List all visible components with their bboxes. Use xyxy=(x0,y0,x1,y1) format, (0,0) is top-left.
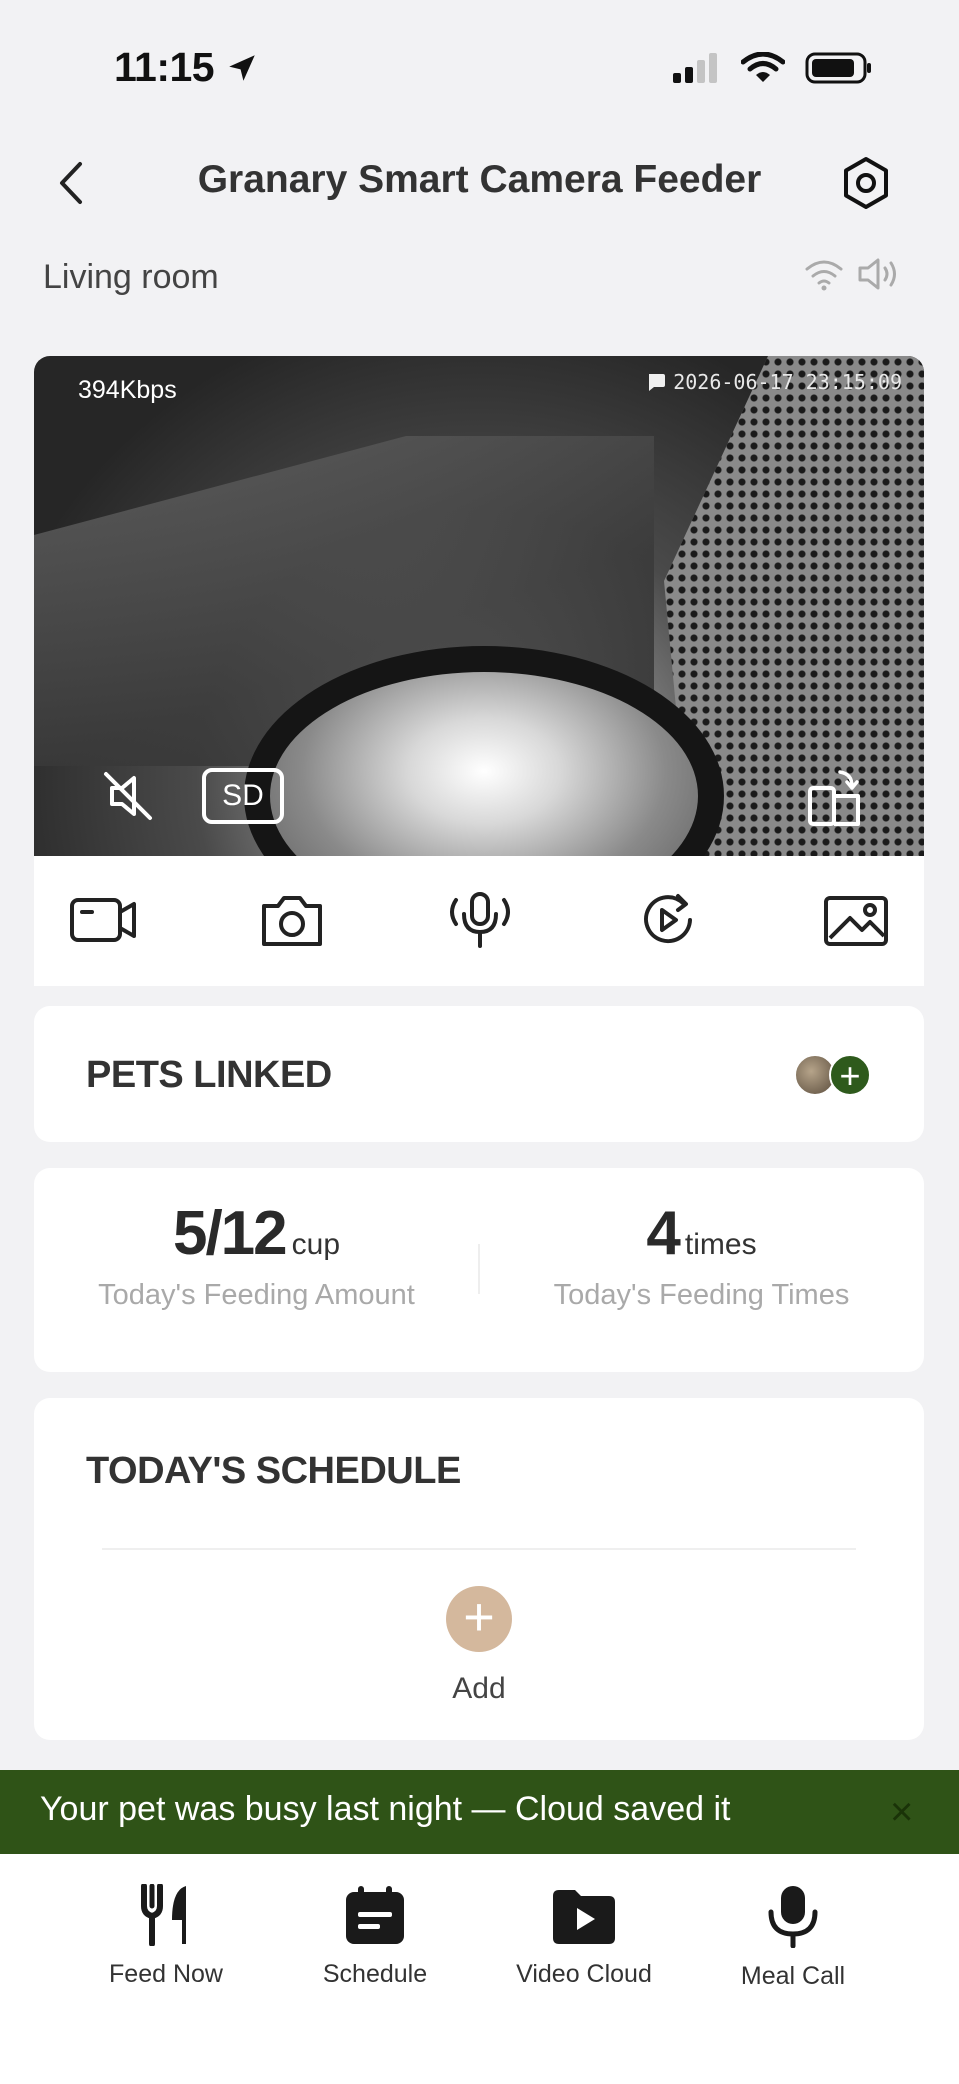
bitrate-label: 394Kbps xyxy=(78,376,177,404)
sd-quality-button[interactable]: SD xyxy=(202,768,284,824)
status-time: 11:15 xyxy=(114,44,259,91)
todays-schedule-card: TODAY'S SCHEDULE + Add xyxy=(34,1398,924,1740)
feeding-times-value: 4 xyxy=(646,1199,681,1268)
add-schedule-button[interactable]: + xyxy=(446,1586,512,1652)
camera-live-feed[interactable]: 394Kbps 2026-06-17 23:15:09 SD xyxy=(34,356,924,856)
status-icons xyxy=(671,52,873,84)
page-title: Granary Smart Camera Feeder xyxy=(197,158,762,201)
banner-text[interactable]: Your pet was busy last night — Cloud sav… xyxy=(40,1790,730,1829)
add-schedule-label[interactable]: Add xyxy=(34,1672,924,1706)
settings-gear-icon[interactable] xyxy=(840,156,892,210)
video-timestamp: 2026-06-17 23:15:09 xyxy=(645,370,902,394)
camera-toolbar xyxy=(34,856,924,986)
speaker-icon[interactable] xyxy=(856,256,902,292)
feeding-amount-stat: 5/12 cup Today's Feeding Amount xyxy=(34,1198,479,1312)
recording-bubble-icon xyxy=(649,374,666,391)
feeding-stats-card: 5/12 cup Today's Feeding Amount 4 times To… xyxy=(34,1168,924,1372)
cellular-signal-icon xyxy=(673,53,717,83)
nav-meal-call[interactable]: Meal Call xyxy=(693,1884,893,1991)
pets-linked-title: PETS LINKED xyxy=(86,1054,332,1096)
feeding-times-unit: times xyxy=(684,1228,757,1261)
add-pet-button[interactable]: + xyxy=(829,1054,871,1096)
banner-close-icon[interactable]: × xyxy=(890,1792,922,1832)
bottom-nav: Feed Now Schedule Video Cloud Meal Call xyxy=(0,1854,959,2084)
nav-meal-call-label: Meal Call xyxy=(740,1962,846,1990)
nav-video-cloud[interactable]: Video Cloud xyxy=(484,1884,684,1989)
video-folder-icon xyxy=(553,1890,615,1944)
feeding-times-label: Today's Feeding Times xyxy=(553,1279,850,1311)
status-time-text: 11:15 xyxy=(114,44,215,90)
feeding-amount-label: Today's Feeding Amount xyxy=(98,1279,415,1311)
timestamp-text: 2026-06-17 23:15:09 xyxy=(673,370,902,394)
feeding-amount-unit: cup xyxy=(291,1228,341,1261)
room-label: Living room xyxy=(43,258,219,296)
feeding-times-stat: 4 times Today's Feeding Times xyxy=(479,1198,924,1312)
calendar-icon xyxy=(346,1886,404,1944)
connection-status xyxy=(804,256,902,292)
wifi-status-icon xyxy=(805,260,843,291)
intercom-icon[interactable] xyxy=(444,890,516,950)
location-arrow-icon xyxy=(229,55,255,81)
camera-icon[interactable] xyxy=(256,890,328,950)
playback-icon[interactable] xyxy=(632,890,704,950)
cloud-promo-banner[interactable]: Your pet was busy last night — Cloud sav… xyxy=(0,1770,959,1854)
nav-feed-now[interactable]: Feed Now xyxy=(66,1884,266,1989)
record-icon[interactable] xyxy=(68,890,140,950)
feeding-amount-value: 5/12 xyxy=(172,1199,288,1268)
pets-linked-card[interactable]: PETS LINKED + xyxy=(34,1006,924,1142)
wifi-icon xyxy=(741,52,785,82)
microphone-icon xyxy=(768,1886,818,1948)
schedule-divider xyxy=(102,1548,856,1550)
schedule-title: TODAY'S SCHEDULE xyxy=(86,1450,461,1492)
mute-icon[interactable] xyxy=(98,766,158,826)
battery-icon xyxy=(805,52,871,84)
nav-video-cloud-label: Video Cloud xyxy=(516,1960,652,1988)
nav-feed-now-label: Feed Now xyxy=(109,1960,223,1988)
utensils-icon xyxy=(141,1884,186,1946)
gallery-icon[interactable] xyxy=(820,890,892,950)
rotate-screen-icon[interactable] xyxy=(804,766,866,828)
nav-schedule[interactable]: Schedule xyxy=(275,1884,475,1989)
nav-schedule-label: Schedule xyxy=(322,1960,428,1988)
